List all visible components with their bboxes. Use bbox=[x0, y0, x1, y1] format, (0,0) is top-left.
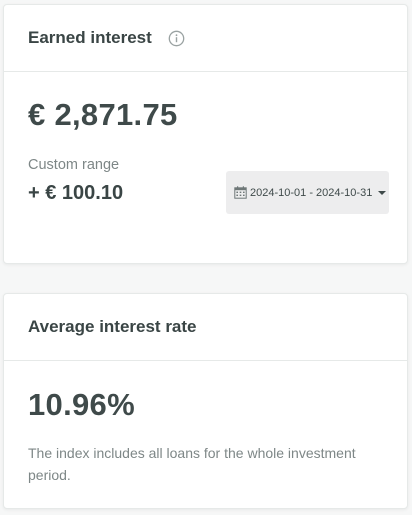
average-rate-value: 10.96% bbox=[28, 387, 135, 422]
average-interest-rate-card: Average interest rate 10.96% The index i… bbox=[3, 293, 408, 509]
date-range-text: 2024-10-01 - 2024-10-31 bbox=[250, 186, 373, 199]
range-label: Custom range bbox=[28, 157, 120, 173]
earned-interest-card: Earned interest € 2,871.75 Custom range … bbox=[3, 4, 408, 264]
earned-interest-header: Earned interest bbox=[4, 5, 407, 72]
average-rate-note: The index includes all loans for the who… bbox=[28, 445, 356, 483]
range-earned-value: + € 100.10 bbox=[28, 182, 124, 204]
caret-down-icon bbox=[378, 190, 387, 195]
earned-total: € 2,871.75 bbox=[28, 97, 178, 132]
card-title: Earned interest bbox=[28, 28, 152, 47]
calendar-icon bbox=[234, 186, 247, 199]
average-rate-header: Average interest rate bbox=[4, 294, 407, 361]
info-icon[interactable] bbox=[168, 30, 185, 47]
date-range-picker[interactable]: 2024-10-01 - 2024-10-31 bbox=[226, 171, 389, 214]
card-title: Average interest rate bbox=[28, 317, 197, 336]
